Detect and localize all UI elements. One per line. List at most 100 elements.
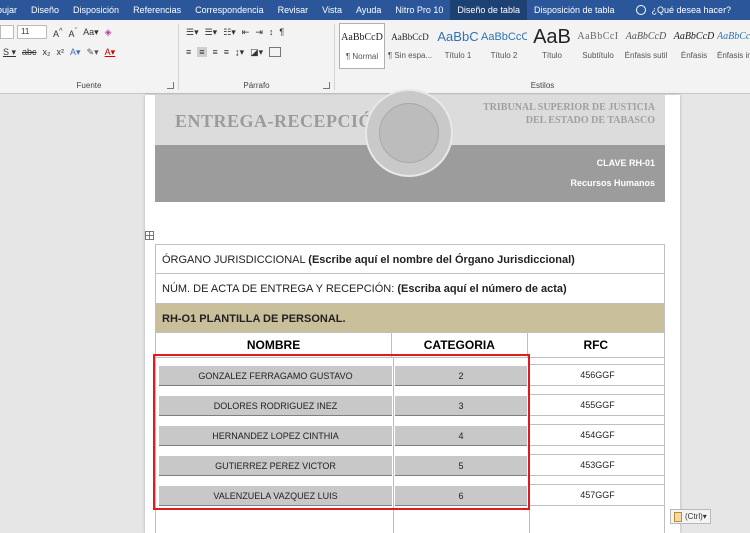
- grow-font-icon[interactable]: A^: [53, 26, 63, 39]
- sort-icon[interactable]: ↕: [269, 27, 274, 37]
- superscript-icon[interactable]: x²: [57, 47, 65, 57]
- header-title: ENTREGA-RECEPCIÓN: [175, 111, 387, 131]
- style-name: Título 1: [444, 51, 472, 60]
- align-center-icon[interactable]: ≡: [197, 47, 207, 57]
- cell-rfc[interactable]: 457GGF: [530, 484, 665, 506]
- shading-icon[interactable]: ◪▾: [250, 47, 263, 58]
- tab-revisar[interactable]: Revisar: [271, 0, 316, 20]
- style-sample: AaBbC: [437, 29, 479, 44]
- paragraph-group: ☰▾ ☰▾ ☷▾ ⇤ ⇥ ↕ ¶ ≡ ≡ ≡ ≡ ↨▾ ◪▾ Párrafo: [179, 20, 334, 94]
- style-titulo-2[interactable]: AaBbCcC Título 2: [481, 23, 527, 69]
- tab-diseno[interactable]: Diseño: [24, 0, 66, 20]
- clear-format-icon[interactable]: ◈: [105, 27, 112, 38]
- text-effects-icon[interactable]: A▾: [70, 47, 81, 58]
- seal-emblem: [379, 103, 439, 163]
- cell-rfc[interactable]: 456GGF: [530, 364, 665, 386]
- style-titulo[interactable]: AaB Título: [529, 23, 575, 69]
- lightbulb-icon: [635, 5, 646, 15]
- tab-correspondencia[interactable]: Correspondencia: [188, 0, 271, 20]
- style-sample: AaBbCcD: [673, 31, 715, 42]
- header-clave: CLAVE RH-01 Recursos Humanos: [570, 153, 655, 193]
- style-name: Subtítulo: [582, 51, 614, 60]
- style-sample: AaBbCcD: [341, 32, 383, 43]
- tab-nitro[interactable]: Nitro Pro 10: [388, 0, 450, 20]
- table-move-handle-icon[interactable]: [145, 231, 154, 240]
- cell-rfc[interactable]: 453GGF: [530, 454, 665, 476]
- change-case-icon[interactable]: Aa▾: [83, 27, 99, 38]
- style-sample: AaBbCcD: [717, 31, 750, 42]
- font-group: 11 A^ Aˇ Aa▾ ◈ S ▾ abc x₂ x² A▾ ✎▾ A▾ Fu…: [0, 20, 178, 94]
- subscript-icon[interactable]: x₂: [43, 47, 51, 57]
- font-size-combo[interactable]: 11: [17, 25, 47, 39]
- line-spacing-icon[interactable]: ↨▾: [235, 47, 244, 58]
- tab-disposicion[interactable]: Disposición: [66, 0, 126, 20]
- tab-ayuda[interactable]: Ayuda: [349, 0, 388, 20]
- acta-row[interactable]: NÚM. DE ACTA DE ENTREGA Y RECEPCIÓN: (Es…: [155, 273, 665, 303]
- paste-options-button[interactable]: (Ctrl) ▾: [670, 509, 711, 524]
- decrease-indent-icon[interactable]: ⇤: [242, 27, 250, 38]
- clave-area: Recursos Humanos: [570, 178, 655, 188]
- chevron-down-icon: ▾: [702, 512, 707, 521]
- style-enfasis-intenso[interactable]: AaBbCcD Énfasis int...: [717, 23, 750, 69]
- borders-icon[interactable]: [269, 47, 282, 57]
- style-name: ¶ Sin espa...: [387, 51, 433, 60]
- paragraph-dialog-launcher[interactable]: [323, 82, 330, 89]
- style-enfasis-sutil[interactable]: AaBbCcD Énfasis sutil: [623, 23, 669, 69]
- style-sin-espaciado[interactable]: AaBbCcD ¶ Sin espa...: [387, 23, 433, 69]
- style-name: Énfasis sutil: [624, 51, 668, 60]
- strikethrough-icon[interactable]: abc: [22, 47, 37, 57]
- style-name: ¶ Normal: [345, 52, 379, 61]
- style-name: Título 2: [490, 51, 518, 60]
- tab-disposicion-tabla[interactable]: Disposición de tabla: [527, 0, 622, 20]
- style-name: Énfasis: [680, 51, 708, 60]
- align-left-icon[interactable]: ≡: [186, 47, 191, 57]
- increase-indent-icon[interactable]: ⇥: [255, 27, 263, 38]
- pilcrow-icon[interactable]: ¶: [279, 27, 284, 37]
- font-group-label: Fuente: [76, 81, 102, 90]
- court-name: TRIBUNAL SUPERIOR DE JUSTICIA DEL ESTADO…: [483, 101, 655, 127]
- style-normal[interactable]: AaBbCcD ¶ Normal: [339, 23, 385, 69]
- font-dialog-launcher[interactable]: [167, 82, 174, 89]
- tab-diseno-tabla[interactable]: Diseño de tabla: [450, 0, 527, 20]
- organo-label: ÓRGANO JURISDICCIONAL: [162, 254, 306, 266]
- highlight-icon[interactable]: ✎▾: [87, 47, 99, 58]
- section-title: RH-O1 PLANTILLA DE PERSONAL.: [162, 313, 346, 325]
- style-name: Título: [541, 51, 562, 60]
- bullets-icon[interactable]: ☰▾: [186, 27, 199, 38]
- cell-rfc[interactable]: 455GGF: [530, 394, 665, 416]
- style-titulo-1[interactable]: AaBbC Título 1: [435, 23, 481, 69]
- font-color-icon[interactable]: A▾: [105, 47, 116, 58]
- underline-icon[interactable]: S ▾: [3, 47, 16, 58]
- organo-value[interactable]: (Escribe aquí el nombre del Órgano Juris…: [308, 254, 575, 266]
- tell-me-box[interactable]: ¿Qué desea hacer?: [622, 5, 732, 15]
- cell-rfc[interactable]: 454GGF: [530, 424, 665, 446]
- court-name-line1: TRIBUNAL SUPERIOR DE JUSTICIA: [483, 102, 655, 113]
- align-right-icon[interactable]: ≡: [213, 47, 218, 57]
- ribbon-body: 11 A^ Aˇ Aa▾ ◈ S ▾ abc x₂ x² A▾ ✎▾ A▾ Fu…: [0, 20, 750, 94]
- ribbon-tab-bar: bujar Diseño Disposición Referencias Cor…: [0, 0, 750, 20]
- acta-value[interactable]: (Escriba aquí el número de acta): [397, 283, 566, 295]
- numbering-icon[interactable]: ☰▾: [205, 27, 218, 38]
- style-enfasis[interactable]: AaBbCcD Énfasis: [671, 23, 717, 69]
- court-seal-logo: [365, 89, 453, 177]
- tab-referencias[interactable]: Referencias: [126, 0, 188, 20]
- paragraph-group-label: Párrafo: [243, 81, 270, 90]
- tell-me-text: ¿Qué desea hacer?: [651, 5, 732, 15]
- style-sample: AaBbCcC: [481, 31, 527, 43]
- tab-dibujar[interactable]: bujar: [0, 0, 24, 20]
- column-header-rfc: RFC: [583, 338, 609, 352]
- clave-code: CLAVE RH-01: [596, 158, 655, 168]
- justify-icon[interactable]: ≡: [224, 47, 229, 57]
- styles-gallery: AaBbCcD ¶ Normal AaBbCcD ¶ Sin espa... A…: [335, 20, 750, 94]
- shrink-font-icon[interactable]: Aˇ: [69, 26, 78, 39]
- tab-vista[interactable]: Vista: [315, 0, 349, 20]
- section-title-row: RH-O1 PLANTILLA DE PERSONAL.: [155, 303, 665, 332]
- style-sample: AaB: [533, 26, 571, 48]
- court-name-line2: DEL ESTADO DE TABASCO: [525, 115, 655, 126]
- style-name: Énfasis int...: [717, 51, 750, 60]
- style-subtitulo[interactable]: AaBbCcI Subtítulo: [575, 23, 621, 69]
- font-name-combo[interactable]: [0, 25, 14, 39]
- multilevel-list-icon[interactable]: ☷▾: [223, 27, 236, 38]
- styles-group-label: Estilos: [530, 81, 555, 90]
- organo-row[interactable]: ÓRGANO JURISDICCIONAL (Escribe aquí el n…: [155, 244, 665, 273]
